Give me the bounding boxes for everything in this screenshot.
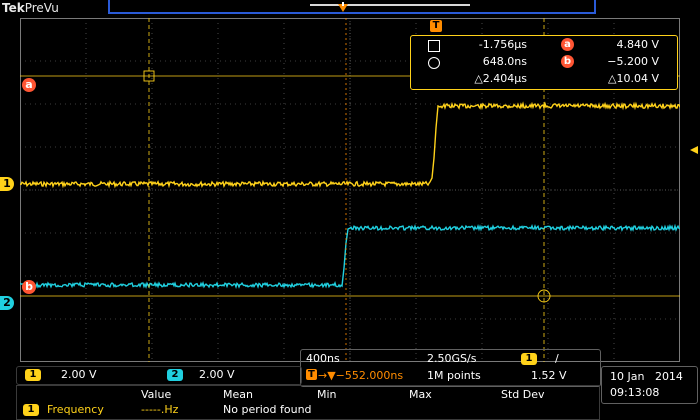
trigger-position-icon[interactable] <box>338 2 348 14</box>
cursor-time-delta: △2.404µs <box>474 72 527 85</box>
channel-1-badge[interactable]: 1 <box>25 369 41 381</box>
meas-note: No period found <box>223 403 312 416</box>
trigger-offset: →▼−552.000ns <box>318 369 404 382</box>
cursor-square-icon <box>428 40 440 52</box>
meas-value: -----.Hz <box>141 403 179 416</box>
record-view-bar[interactable] <box>108 0 596 14</box>
oscilloscope-screen: TekPreVu a 1 b 2 T -1.756µs a 4.840 V 64… <box>0 0 700 420</box>
horizontal-trigger-panel[interactable]: 400ns 2.50GS/s 1 / T →▼−552.000ns 1M poi… <box>300 349 601 387</box>
cursor-readout-tag[interactable]: T <box>430 20 442 32</box>
cursor-time-b: 648.0ns <box>482 55 527 68</box>
cursor-volt-b: −5.200 V <box>607 55 659 68</box>
brand-label: TekPreVu <box>2 1 59 15</box>
channel-2-scale: 2.00 V <box>199 368 235 381</box>
meas-header-stddev: Std Dev <box>501 388 545 401</box>
cursor-a-badge: a <box>561 38 574 51</box>
meas-header-value: Value <box>141 388 172 401</box>
cursor-a-label[interactable]: a <box>22 78 36 92</box>
trigger-position-label: T <box>306 369 317 380</box>
date: 10 Jan 2014 <box>610 370 683 383</box>
cursor-b-badge: b <box>561 55 574 68</box>
acquisition-mode: PreVu <box>24 1 59 15</box>
trigger-level-arrow-icon[interactable] <box>688 145 698 155</box>
cursor-volt-delta: △10.04 V <box>608 72 659 85</box>
brand-name: Tek <box>2 1 25 15</box>
sample-rate: 2.50GS/s <box>427 352 477 365</box>
timebase: 400ns <box>306 352 340 365</box>
cursor-circle-icon <box>428 57 440 69</box>
cursor-b-label[interactable]: b <box>22 280 36 294</box>
meas-header-mean: Mean <box>223 388 253 401</box>
meas-header-min: Min <box>317 388 337 401</box>
meas-header-max: Max <box>409 388 432 401</box>
trigger-level: 1.52 V <box>531 369 567 382</box>
channel-scale-bar[interactable]: 1 2.00 V 2 2.00 V <box>16 366 302 385</box>
trigger-slope-icon: / <box>555 352 559 365</box>
channel-2-badge[interactable]: 2 <box>167 369 183 381</box>
time: 09:13:08 <box>610 386 660 399</box>
meas-name[interactable]: Frequency <box>47 403 104 416</box>
channel-1-scale: 2.00 V <box>61 368 97 381</box>
record-length: 1M points <box>427 369 481 382</box>
channel-2-marker[interactable]: 2 <box>0 296 14 310</box>
cursor-time-a: -1.756µs <box>478 38 527 51</box>
measurement-table[interactable]: Value Mean Min Max Std Dev 1 Frequency -… <box>16 385 600 420</box>
channel-2-waveform <box>20 223 680 290</box>
meas-channel-badge[interactable]: 1 <box>23 404 39 416</box>
channel-1-marker[interactable]: 1 <box>0 177 14 191</box>
cursor-volt-a: 4.840 V <box>616 38 659 51</box>
trigger-channel-badge: 1 <box>521 353 537 365</box>
record-view-window[interactable] <box>310 4 470 6</box>
cursor-readout-panel[interactable]: -1.756µs a 4.840 V 648.0ns b −5.200 V △2… <box>410 35 678 90</box>
date-time-panel: 10 Jan 2014 09:13:08 <box>601 366 698 404</box>
top-status-bar: TekPreVu <box>0 0 700 18</box>
